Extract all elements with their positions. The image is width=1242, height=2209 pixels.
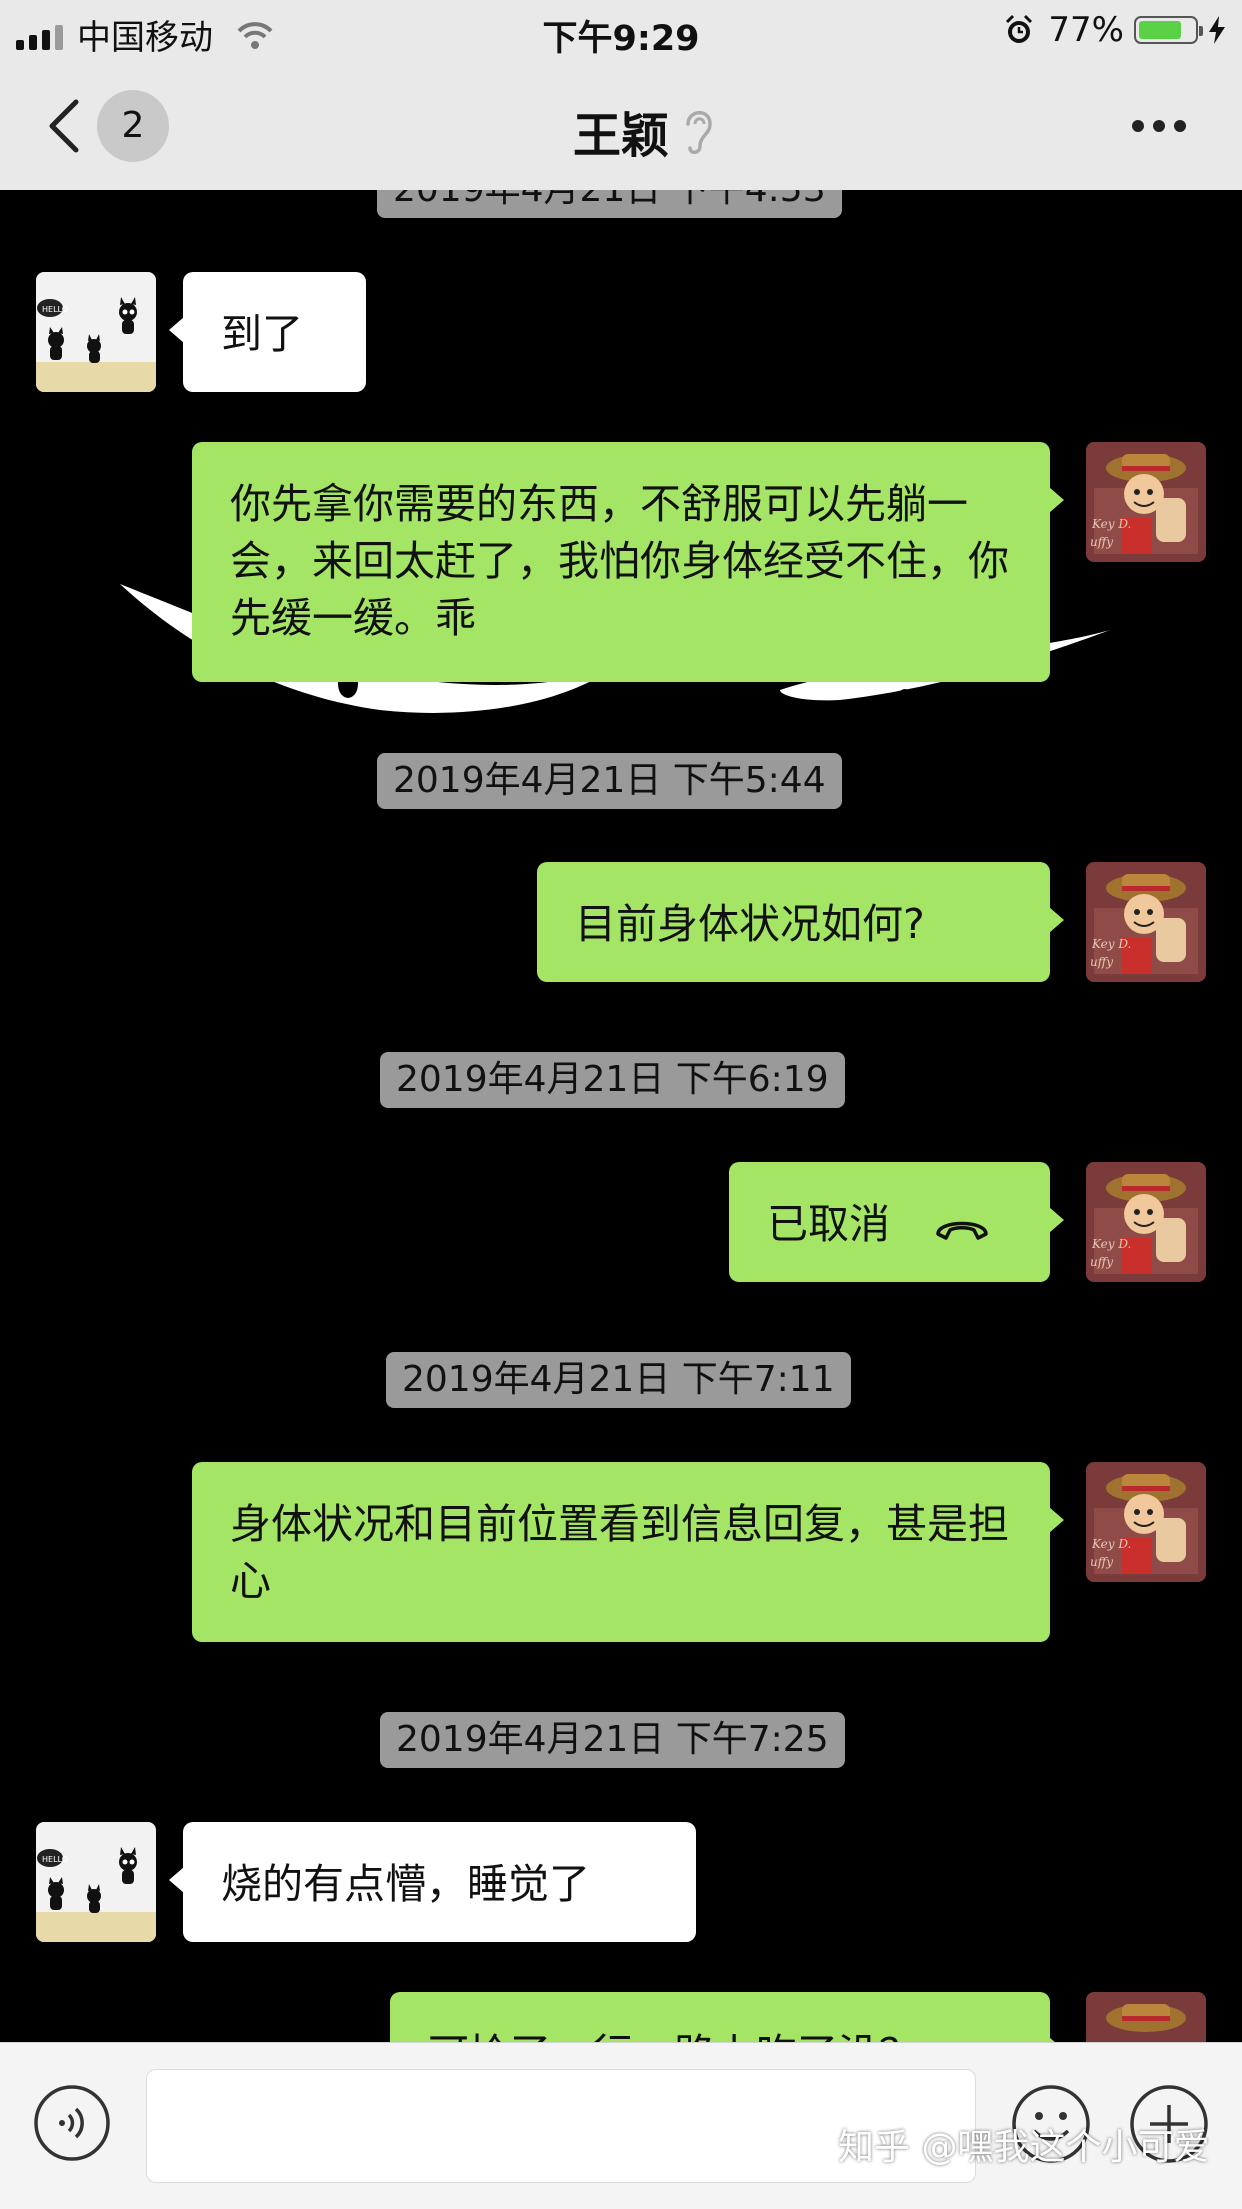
svg-text:Key D.: Key D. [1091, 1537, 1131, 1551]
status-bar: 中国移动 下午9:29 77% [0, 0, 1242, 62]
nav-bar: 2 王颖 [0, 62, 1242, 191]
call-cancelled-bubble[interactable]: 已取消 [729, 1162, 1064, 1282]
chat-title: 王颖 [572, 108, 669, 164]
message-bubble-sent[interactable]: 目前身体状况如何? [537, 862, 1064, 982]
my-avatar[interactable]: Key D. uffy [1086, 442, 1206, 562]
luffy-avatar-icon: Key D. uffy [1086, 442, 1206, 562]
timestamp: 2019年4月21日 下午6:19 [380, 1052, 845, 1108]
timestamp: 2019年4月21日 下午7:11 [386, 1352, 851, 1408]
watermark: 知乎 @嘿我这个小可爱 [838, 2127, 1210, 2168]
message-bubble-sent[interactable]: 身体状况和目前位置看到信息回复，甚是担心 [192, 1462, 1064, 1642]
luffy-avatar-icon: Key D. uffy [1086, 862, 1206, 982]
svg-text:uffy: uffy [1090, 535, 1113, 549]
message-list[interactable]: 2019年4月21日 下午4:53 HELLO 到了 你先拿你需要的东西，不舒服… [0, 190, 1242, 2042]
cats-avatar-icon: HELLO [36, 272, 156, 392]
svg-text:uffy: uffy [1090, 955, 1113, 969]
battery-percent: 77% [1048, 10, 1124, 50]
my-avatar[interactable] [1086, 1992, 1206, 2042]
luffy-avatar-icon: Key D. uffy [1086, 1162, 1206, 1282]
message-bubble-received[interactable]: 烧的有点懵，睡觉了 [169, 1822, 696, 1942]
alarm-icon [1006, 14, 1033, 43]
luffy-avatar-icon [1086, 1992, 1206, 2042]
svg-text:Key D.: Key D. [1091, 517, 1131, 531]
svg-text:uffy: uffy [1090, 1255, 1113, 1269]
contact-avatar[interactable]: HELLO [36, 272, 156, 392]
svg-text:HELLO: HELLO [42, 305, 68, 314]
status-right: 77% [1004, 10, 1228, 50]
svg-text:Key D.: Key D. [1091, 937, 1131, 951]
my-avatar[interactable]: Key D. uffy [1086, 1162, 1206, 1282]
phone-hangup-icon [936, 1221, 988, 1240]
battery-fill [1139, 21, 1181, 39]
call-status-text: 已取消 [767, 1200, 890, 1248]
svg-text:HELLO: HELLO [42, 1855, 68, 1864]
timestamp-partial: 2019年4月21日 下午4:53 [377, 190, 842, 218]
contact-avatar[interactable]: HELLO [36, 1822, 156, 1942]
my-avatar[interactable]: Key D. uffy [1086, 1462, 1206, 1582]
svg-text:uffy: uffy [1090, 1555, 1113, 1569]
timestamp: 2019年4月21日 下午5:44 [377, 753, 842, 809]
message-bubble-sent-partial[interactable]: 可拎了一行，路上吃了没？ [390, 1992, 1064, 2042]
luffy-avatar-icon: Key D. uffy [1086, 1462, 1206, 1582]
battery-icon [1134, 16, 1203, 44]
cats-avatar-icon: HELLO [36, 1822, 156, 1942]
chat-screen: 中国移动 下午9:29 77% 2 王颖 HELLO 到了 你先拿你需要的东西，… [0, 0, 1242, 2209]
voice-icon[interactable] [32, 2083, 112, 2163]
more-icon[interactable] [1132, 120, 1186, 132]
svg-text:Key D.: Key D. [1091, 1237, 1131, 1251]
message-bubble-sent[interactable]: 你先拿你需要的东西，不舒服可以先躺一会，来回太赶了，我怕你身体经受不住，你先缓一… [192, 442, 1064, 682]
my-avatar[interactable]: Key D. uffy [1086, 862, 1206, 982]
charging-icon [1209, 16, 1225, 44]
ear-icon [686, 111, 712, 154]
message-bubble-received[interactable]: 到了 [169, 272, 366, 392]
timestamp: 2019年4月21日 下午7:25 [380, 1712, 845, 1768]
